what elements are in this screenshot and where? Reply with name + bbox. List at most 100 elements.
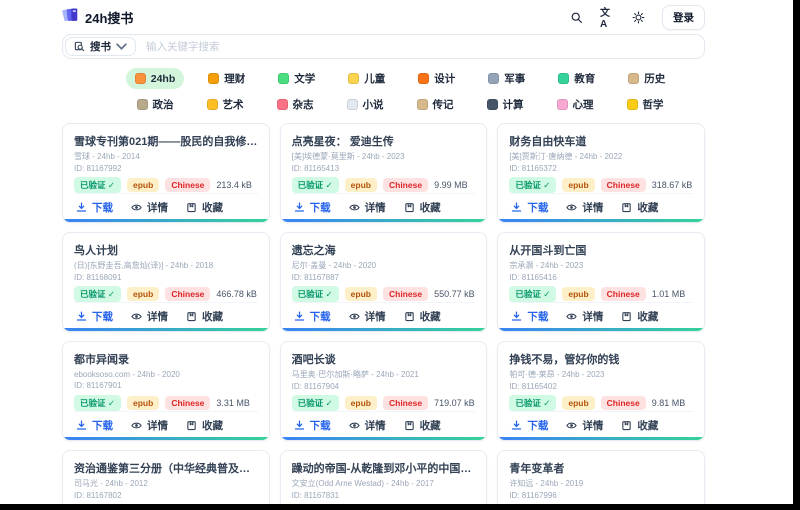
format-badge: epub bbox=[345, 287, 377, 301]
book-id: ID: 81167831 bbox=[292, 491, 476, 499]
language-badge: Chinese bbox=[601, 396, 646, 410]
format-badge: epub bbox=[562, 396, 594, 410]
category-design[interactable]: 设计 bbox=[409, 68, 464, 89]
book-id: ID: 81165413 bbox=[292, 164, 476, 172]
card-gradient-strip bbox=[63, 437, 269, 440]
verified-badge: 已验证 ✓ bbox=[74, 395, 121, 411]
book-title: 鸟人计划 bbox=[74, 242, 258, 257]
book-grid: 雪球专刊第021期——股民的自我修养2 雪球 - 24hb - 2014 ID:… bbox=[62, 123, 705, 510]
login-button[interactable]: 登录 bbox=[662, 5, 705, 30]
favorite-button[interactable]: 收藏 bbox=[621, 309, 658, 324]
eye-icon bbox=[131, 420, 142, 431]
card-actions: 下载 详情 收藏 bbox=[509, 302, 693, 331]
favorite-button[interactable]: 收藏 bbox=[404, 418, 441, 433]
details-button[interactable]: 详情 bbox=[349, 200, 386, 215]
bookmark-box-icon bbox=[404, 202, 415, 213]
badge-row: 已验证 ✓ epub Chinese 9.81 MB bbox=[509, 395, 693, 411]
category-education[interactable]: 教育 bbox=[549, 68, 604, 89]
language-badge: Chinese bbox=[165, 178, 210, 192]
search-input[interactable] bbox=[136, 41, 702, 53]
category-24hb[interactable]: 24hb bbox=[126, 68, 185, 89]
card-gradient-strip bbox=[281, 328, 487, 331]
download-button[interactable]: 下载 bbox=[511, 200, 548, 215]
download-button[interactable]: 下载 bbox=[76, 418, 113, 433]
logo[interactable]: 24h搜书 bbox=[62, 6, 133, 28]
eye-icon bbox=[566, 311, 577, 322]
details-button[interactable]: 详情 bbox=[131, 418, 168, 433]
download-button[interactable]: 下载 bbox=[294, 309, 331, 324]
category-row-1: 24hb 理财 文学 儿童 设计 军事 教育 历史 bbox=[0, 68, 800, 89]
category-philosophy[interactable]: 哲学 bbox=[618, 94, 673, 115]
details-button[interactable]: 详情 bbox=[349, 418, 386, 433]
card-actions: 下载 详情 收藏 bbox=[74, 193, 258, 222]
eye-icon bbox=[131, 311, 142, 322]
download-button[interactable]: 下载 bbox=[294, 200, 331, 215]
category-art[interactable]: 艺术 bbox=[198, 94, 253, 115]
category-tags: 24hb 理财 文学 儿童 设计 军事 教育 历史 政治 艺术 杂志 小说 传记 bbox=[0, 68, 800, 115]
book-search-icon bbox=[74, 41, 85, 52]
details-button[interactable]: 详情 bbox=[131, 200, 168, 215]
book-title: 都市异闻录 bbox=[74, 351, 258, 367]
category-military[interactable]: 军事 bbox=[479, 68, 534, 89]
screen-edge-bottom bbox=[0, 504, 800, 510]
theme-sun-icon[interactable] bbox=[631, 10, 645, 24]
scroll-icon bbox=[628, 73, 639, 84]
category-psychology[interactable]: 心理 bbox=[548, 94, 603, 115]
favorite-button[interactable]: 收藏 bbox=[186, 200, 223, 215]
check-icon: ✓ bbox=[543, 398, 550, 408]
details-button[interactable]: 详情 bbox=[131, 309, 168, 324]
category-finance[interactable]: 理财 bbox=[199, 68, 254, 89]
book-author-line: 司马光 - 24hb - 2012 bbox=[74, 478, 258, 488]
book-author-line: 马里奥·巴尔加斯·略萨 - 24hb - 2021 bbox=[292, 369, 476, 379]
download-icon bbox=[511, 311, 522, 322]
details-button[interactable]: 详情 bbox=[566, 418, 603, 433]
favorite-button[interactable]: 收藏 bbox=[404, 309, 441, 324]
book-title: 挣钱不易，管好你的钱 bbox=[509, 351, 693, 366]
pencil-icon bbox=[418, 73, 429, 84]
book-card: 资治通鉴第三分册（中华经典普及文库）_中华书局出品1 司马光 - 24hb - … bbox=[62, 450, 270, 510]
details-button[interactable]: 详情 bbox=[566, 309, 603, 324]
category-computing[interactable]: 计算 bbox=[478, 94, 533, 115]
details-button[interactable]: 详情 bbox=[566, 200, 603, 215]
favorite-button[interactable]: 收藏 bbox=[621, 418, 658, 433]
verified-badge: 已验证 ✓ bbox=[509, 286, 556, 302]
download-button[interactable]: 下载 bbox=[511, 418, 548, 433]
favorite-button[interactable]: 收藏 bbox=[186, 309, 223, 324]
format-badge: epub bbox=[562, 287, 594, 301]
details-button[interactable]: 详情 bbox=[349, 309, 386, 324]
book-id: ID: 81168091 bbox=[74, 273, 258, 281]
category-politics[interactable]: 政治 bbox=[128, 94, 183, 115]
bookmark-box-icon bbox=[186, 311, 197, 322]
category-row-2: 政治 艺术 杂志 小说 传记 计算 心理 哲学 bbox=[0, 94, 800, 115]
category-novel[interactable]: 小说 bbox=[338, 94, 393, 115]
search-scope-button[interactable]: 搜书 bbox=[65, 37, 136, 56]
book-card: 点亮星夜： 爱迪生传 [美]埃德蒙·莫里斯 - 24hb - 2023 ID: … bbox=[280, 123, 488, 223]
card-gradient-strip bbox=[63, 219, 269, 222]
category-biography[interactable]: 传记 bbox=[408, 94, 463, 115]
file-size: 9.99 MB bbox=[434, 180, 468, 190]
download-button[interactable]: 下载 bbox=[511, 309, 548, 324]
search-icon[interactable] bbox=[569, 10, 583, 24]
file-size: 719.07 kB bbox=[434, 398, 475, 408]
check-icon: ✓ bbox=[108, 180, 115, 190]
download-button[interactable]: 下载 bbox=[294, 418, 331, 433]
check-icon: ✓ bbox=[326, 398, 333, 408]
format-badge: epub bbox=[345, 396, 377, 410]
category-magazine[interactable]: 杂志 bbox=[268, 94, 323, 115]
favorite-button[interactable]: 收藏 bbox=[621, 200, 658, 215]
favorite-button[interactable]: 收藏 bbox=[186, 418, 223, 433]
header-actions: 文A 登录 bbox=[569, 5, 705, 30]
category-children[interactable]: 儿童 bbox=[339, 68, 394, 89]
language-badge: Chinese bbox=[601, 178, 646, 192]
download-button[interactable]: 下载 bbox=[76, 200, 113, 215]
book-id: ID: 81165372 bbox=[509, 164, 693, 172]
child-icon bbox=[348, 73, 359, 84]
favorite-button[interactable]: 收藏 bbox=[404, 200, 441, 215]
bookmark-box-icon bbox=[621, 202, 632, 213]
category-literature[interactable]: 文学 bbox=[269, 68, 324, 89]
download-button[interactable]: 下载 bbox=[76, 309, 113, 324]
verified-badge: 已验证 ✓ bbox=[74, 286, 121, 302]
category-history[interactable]: 历史 bbox=[619, 68, 674, 89]
translate-icon[interactable]: 文A bbox=[600, 10, 614, 24]
book-author-line: 雪球 - 24hb - 2014 bbox=[74, 151, 258, 161]
